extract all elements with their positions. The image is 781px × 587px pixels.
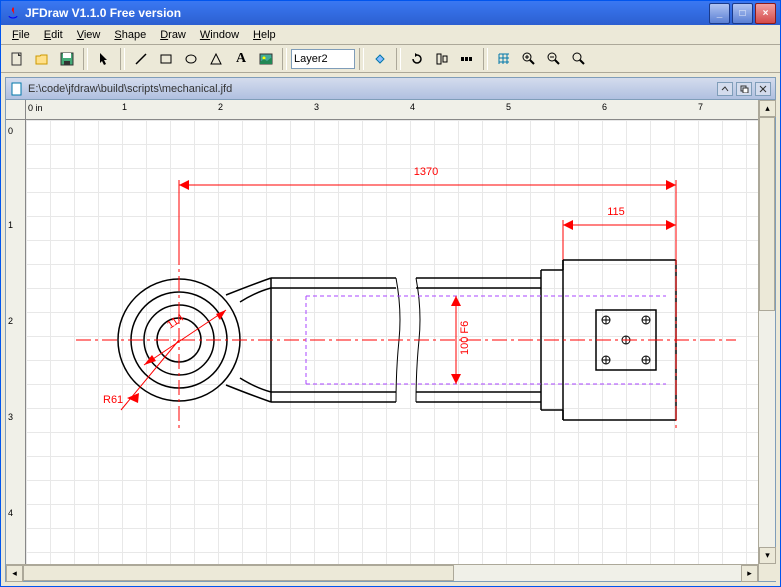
document-path: E:\code\jfdraw\build\scripts\mechanical.… bbox=[28, 83, 717, 95]
grid-tool[interactable] bbox=[492, 47, 516, 71]
zoom-out-tool[interactable] bbox=[542, 47, 566, 71]
pointer-tool[interactable] bbox=[92, 47, 116, 71]
menu-shape[interactable]: Shape bbox=[107, 27, 153, 43]
vertical-ruler[interactable]: 01234 bbox=[6, 120, 26, 564]
new-button[interactable] bbox=[5, 47, 29, 71]
document-window: E:\code\jfdraw\build\scripts\mechanical.… bbox=[5, 77, 776, 582]
drawing-canvas[interactable]: 1370 115 bbox=[26, 120, 758, 564]
toolbar: A bbox=[1, 45, 780, 73]
text-tool[interactable]: A bbox=[229, 47, 253, 71]
svg-text:114: 114 bbox=[165, 312, 186, 332]
canvas-area: 0 in 1234567 01234 bbox=[6, 100, 758, 564]
document-icon bbox=[10, 82, 24, 96]
zoom-fit-tool[interactable] bbox=[567, 47, 591, 71]
dimension-115: 115 bbox=[563, 206, 676, 260]
rotate-tool[interactable] bbox=[405, 47, 429, 71]
menu-window[interactable]: Window bbox=[193, 27, 246, 43]
scroll-right-button[interactable]: ▸ bbox=[741, 565, 758, 582]
horizontal-ruler[interactable]: 0 in 1234567 bbox=[26, 100, 758, 120]
ruler-unit-label: 0 in bbox=[28, 103, 43, 113]
layer-select[interactable] bbox=[291, 49, 355, 69]
image-tool[interactable] bbox=[254, 47, 278, 71]
window-title: JFDraw V1.1.0 Free version bbox=[25, 6, 709, 20]
fill-tool[interactable] bbox=[368, 47, 392, 71]
doc-restore-button[interactable] bbox=[736, 82, 752, 96]
ruler-corner bbox=[6, 100, 26, 120]
zoom-in-tool[interactable] bbox=[517, 47, 541, 71]
rect-tool[interactable] bbox=[154, 47, 178, 71]
svg-text:1370: 1370 bbox=[414, 166, 438, 178]
doc-minimize-button[interactable] bbox=[717, 82, 733, 96]
polygon-tool[interactable] bbox=[204, 47, 228, 71]
menu-edit[interactable]: Edit bbox=[37, 27, 70, 43]
ellipse-tool[interactable] bbox=[179, 47, 203, 71]
svg-text:100 F6: 100 F6 bbox=[459, 321, 471, 355]
menu-help[interactable]: Help bbox=[246, 27, 283, 43]
horizontal-scrollbar[interactable]: ◂ ▸ bbox=[6, 564, 758, 581]
scroll-down-button[interactable]: ▾ bbox=[759, 547, 776, 564]
doc-close-button[interactable] bbox=[755, 82, 771, 96]
java-icon bbox=[5, 5, 21, 21]
svg-text:R61: R61 bbox=[103, 394, 123, 406]
svg-text:115: 115 bbox=[607, 206, 625, 218]
dimension-1370: 1370 bbox=[179, 166, 676, 250]
document-titlebar: E:\code\jfdraw\build\scripts\mechanical.… bbox=[6, 78, 775, 100]
open-button[interactable] bbox=[30, 47, 54, 71]
scroll-left-button[interactable]: ◂ bbox=[6, 565, 23, 582]
line-tool[interactable] bbox=[129, 47, 153, 71]
close-button[interactable]: × bbox=[755, 3, 776, 24]
minimize-button[interactable]: _ bbox=[709, 3, 730, 24]
mechanical-drawing: 1370 115 bbox=[26, 120, 758, 564]
menu-file[interactable]: File bbox=[5, 27, 37, 43]
maximize-button[interactable]: □ bbox=[732, 3, 753, 24]
menu-draw[interactable]: Draw bbox=[153, 27, 193, 43]
menubar: File Edit View Shape Draw Window Help bbox=[1, 25, 780, 45]
vertical-scrollbar[interactable]: ▴ ▾ bbox=[758, 100, 775, 581]
titlebar: JFDraw V1.1.0 Free version _ □ × bbox=[1, 1, 780, 25]
scroll-up-button[interactable]: ▴ bbox=[759, 100, 776, 117]
menu-view[interactable]: View bbox=[70, 27, 108, 43]
align-tool[interactable] bbox=[430, 47, 454, 71]
distribute-tool[interactable] bbox=[455, 47, 479, 71]
save-button[interactable] bbox=[55, 47, 79, 71]
